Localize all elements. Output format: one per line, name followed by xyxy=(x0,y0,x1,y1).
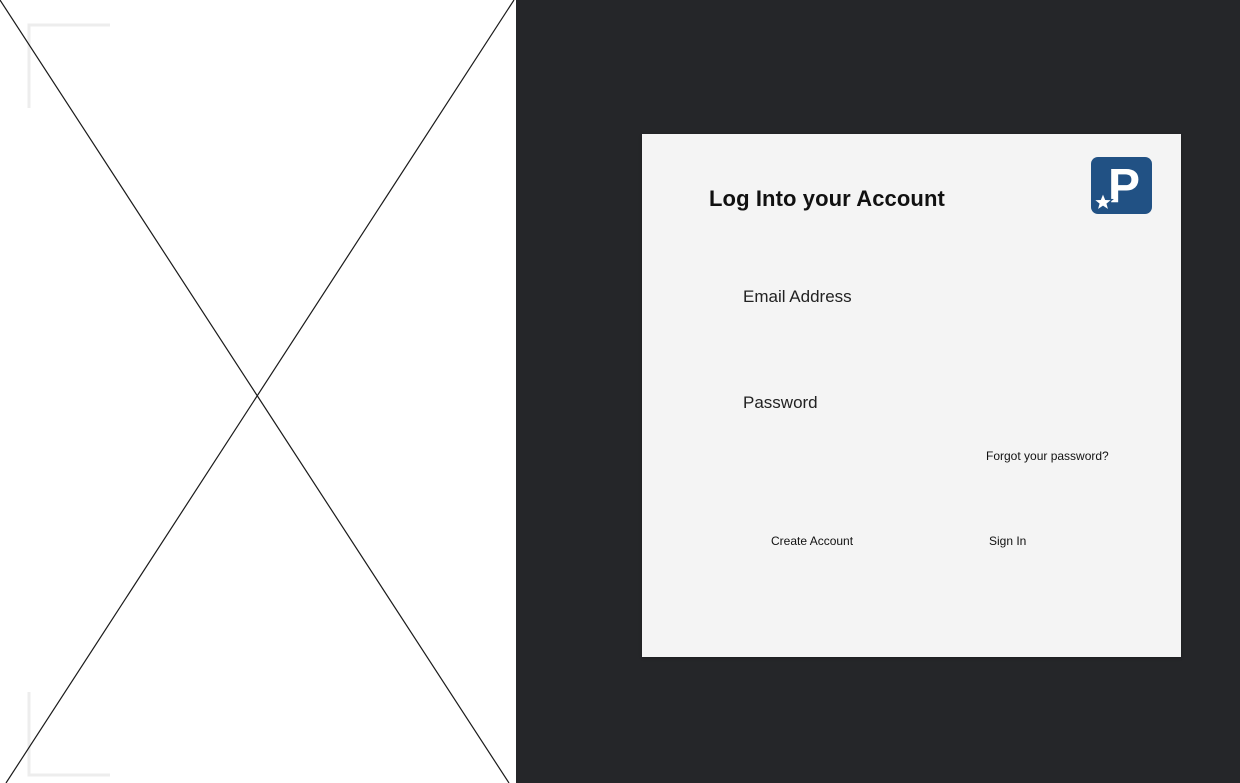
sign-in-button[interactable]: Sign In xyxy=(989,534,1026,548)
password-label: Password xyxy=(743,393,818,412)
page-title: Log Into your Account xyxy=(709,186,945,211)
login-card: Log Into your Account P Email Address Pa… xyxy=(642,134,1181,657)
image-placeholder-cross-icon xyxy=(0,0,515,783)
logo-letter: P xyxy=(1108,160,1140,213)
parking-star-logo-icon: P xyxy=(1091,157,1152,214)
email-field[interactable] xyxy=(743,316,1083,346)
create-account-button[interactable]: Create Account xyxy=(771,534,853,548)
image-placeholder xyxy=(0,0,516,783)
email-label: Email Address xyxy=(743,287,852,306)
password-field[interactable] xyxy=(743,422,1083,452)
forgot-password-link[interactable]: Forgot your password? xyxy=(986,449,1109,463)
page: Log Into your Account P Email Address Pa… xyxy=(0,0,1240,783)
